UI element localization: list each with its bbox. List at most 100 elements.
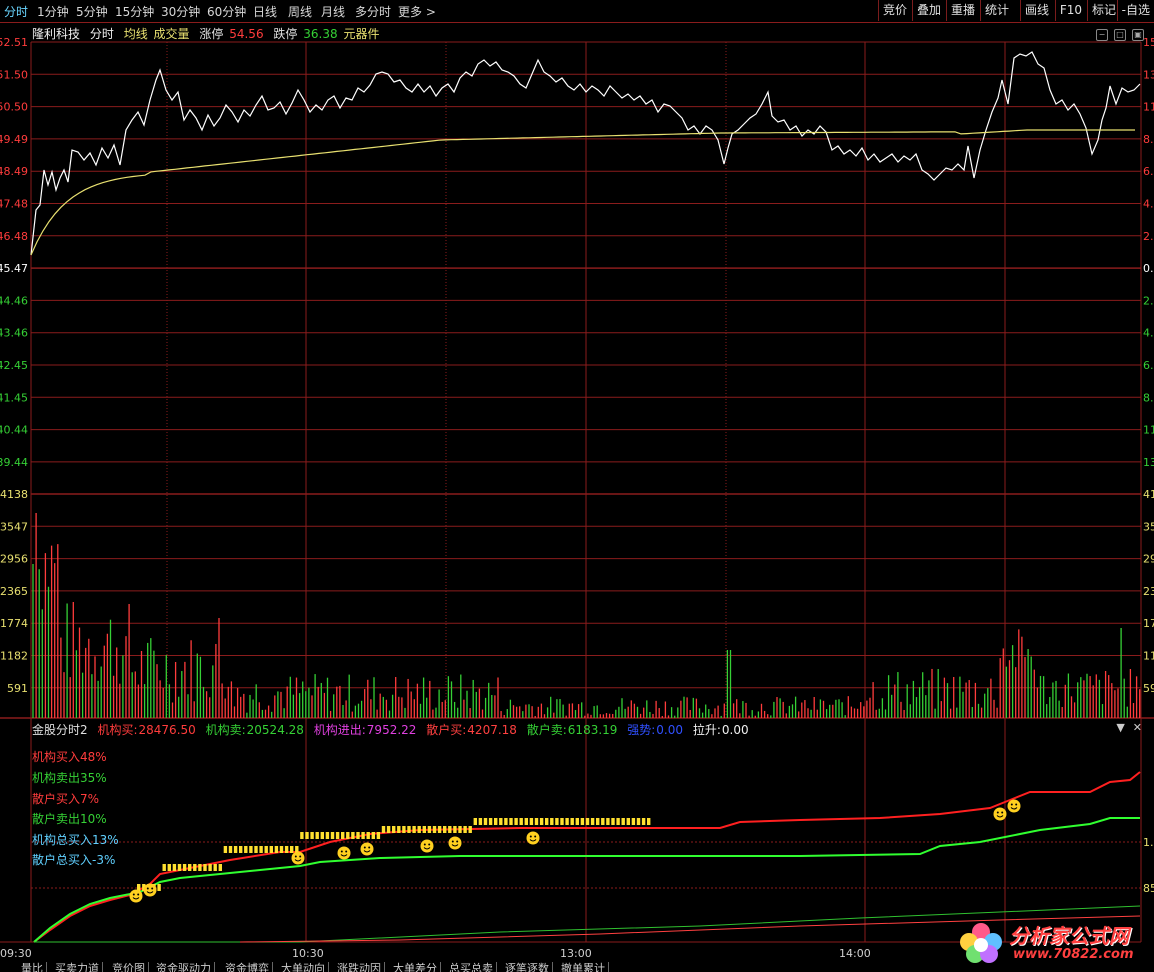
btab-auction[interactable]: 竞价图 (109, 962, 149, 972)
buy-signal-block (177, 864, 182, 871)
pct-tick-label: 8. (1143, 391, 1154, 404)
pct-tick-label: 4. (1143, 198, 1154, 211)
buy-signal-block (361, 832, 365, 839)
smiley-eye (151, 887, 154, 890)
time-tick-label: 09:30 (0, 947, 32, 960)
btab-big-order[interactable]: 大单动向 (278, 962, 329, 972)
time-tick-label: 13:00 (560, 947, 592, 960)
buy-signal-block (575, 818, 579, 825)
pct-tick-label: 11. (1143, 424, 1154, 437)
volume-tick-label: 4138 (0, 488, 28, 501)
buy-signal-block (585, 818, 590, 825)
buy-signal-block (611, 818, 615, 825)
buy-signal-block (478, 818, 483, 825)
smiley-icon (337, 846, 351, 860)
indicator-right-label: 1. (1143, 836, 1154, 849)
limit-up-value: 54.56 (229, 27, 264, 41)
panel-icons: − □ ▣ (1090, 26, 1144, 41)
btab-fund-drive[interactable]: 资金驱动力 (153, 962, 215, 972)
smiley-icon (526, 831, 540, 845)
buy-signal-block (279, 846, 284, 853)
indicator-right-label: 85 (1143, 882, 1154, 895)
price-tick-label: 39.44 (0, 456, 28, 469)
price-tick-label: 50.50 (0, 101, 28, 114)
btab-fund-game[interactable]: 资金博弈 (222, 962, 273, 972)
buy-signal-block (402, 826, 406, 833)
restore-icon[interactable]: □ (1114, 29, 1126, 41)
btab-cancel[interactable]: 撤单累计 (558, 962, 609, 972)
price-tick-label: 45.47 (0, 262, 28, 275)
buy-signal-block (483, 818, 488, 825)
maximize-icon[interactable]: ▣ (1132, 29, 1144, 41)
retail-sell-value: 6183.19 (567, 723, 618, 737)
buy-signal-block (366, 832, 370, 839)
buy-signal-block (203, 864, 207, 871)
volume-tick-label: 2365 (0, 585, 28, 598)
buy-signal-block (320, 832, 324, 839)
buy-signal-block (514, 818, 518, 825)
intraday-chart[interactable]: 52.51 15. 51.50 13. 50.50 11. 49.49 8. 48.49 6. 47… (0, 0, 1154, 972)
buy-signal-block (647, 818, 651, 825)
retail-buy-value: 4207.18 (467, 723, 517, 737)
price-tick-label: 51.50 (0, 68, 28, 81)
pull-label: 拉升: (692, 723, 721, 737)
strength-label: 强势: (627, 723, 656, 737)
smiley-icon (291, 851, 305, 865)
indicator-name: 金股分时2 (32, 723, 88, 737)
buy-signal-block (412, 826, 416, 833)
buy-signal-block (218, 864, 222, 871)
buy-signal-block (376, 832, 381, 839)
smiley-eye (299, 855, 302, 858)
btab-buy-sell-power[interactable]: 买卖力道 (52, 962, 103, 972)
btab-big-diff[interactable]: 大单差分 (390, 962, 441, 972)
smiley-eye (132, 893, 135, 896)
dropdown-icon[interactable]: ▼ (1116, 721, 1124, 734)
pct-tick-label: 6. (1143, 165, 1154, 178)
pct-tick-label: 2. (1143, 294, 1154, 307)
volume-tick-label: 591 (7, 682, 28, 695)
legend-inst-buy: 机构买入48% (32, 750, 107, 764)
pct-tick-label: 13. (1143, 456, 1154, 469)
buy-signal-block (188, 864, 192, 871)
smiley-icon (420, 839, 434, 853)
buy-signal-block (427, 826, 432, 833)
buy-signal-block (213, 864, 217, 871)
buy-signal-block (371, 832, 375, 839)
smiley-eye (368, 846, 371, 849)
volume-right-label: 17 (1143, 617, 1154, 630)
buy-signal-block (269, 846, 273, 853)
volume-tick-label: 1182 (0, 650, 28, 663)
buy-signal-block (509, 818, 513, 825)
buy-signal-block (284, 846, 289, 853)
stock-info-bar: 隆利科技 分时 均线 成交量 涨停 54.56 跌停 36.38 元器件 (32, 25, 385, 41)
btab-volume-ratio[interactable]: 量比 (18, 962, 47, 972)
buy-signal-block (341, 832, 345, 839)
inst-sell-label: 机构卖: (205, 723, 246, 737)
buy-signal-block (519, 818, 523, 825)
price-tick-label: 44.46 (0, 294, 28, 307)
minus-icon[interactable]: − (1096, 29, 1108, 41)
smiley-icon (448, 836, 462, 850)
buy-signal-block (208, 864, 212, 871)
buy-signal-block (346, 832, 350, 839)
smiley-eye (340, 850, 343, 853)
close-icon[interactable]: ✕ (1133, 721, 1142, 734)
time-tick-label: 14:00 (839, 947, 871, 960)
buy-signal-block (555, 818, 559, 825)
buy-signal-block (631, 818, 636, 825)
legend-retail-sell: 散户卖出10% (32, 812, 107, 826)
buy-signal-block (259, 846, 263, 853)
smiley-icon (993, 807, 1007, 821)
btab-total-buy-sell[interactable]: 总买总卖 (446, 962, 497, 972)
btab-change-cause[interactable]: 涨跌动因 (334, 962, 385, 972)
buy-signal-block (254, 846, 258, 853)
buy-signal-block (570, 818, 574, 825)
smiley-eye (996, 811, 999, 814)
inst-net-label: 机构进出: (313, 723, 366, 737)
pct-tick-label: 4. (1143, 327, 1154, 340)
volume-tick-label: 3547 (0, 520, 28, 533)
volume-right-label: 35 (1143, 520, 1154, 533)
btab-tick[interactable]: 逐笔逐数 (502, 962, 553, 972)
smiley-eye (137, 893, 140, 896)
buy-signal-block (157, 884, 161, 891)
